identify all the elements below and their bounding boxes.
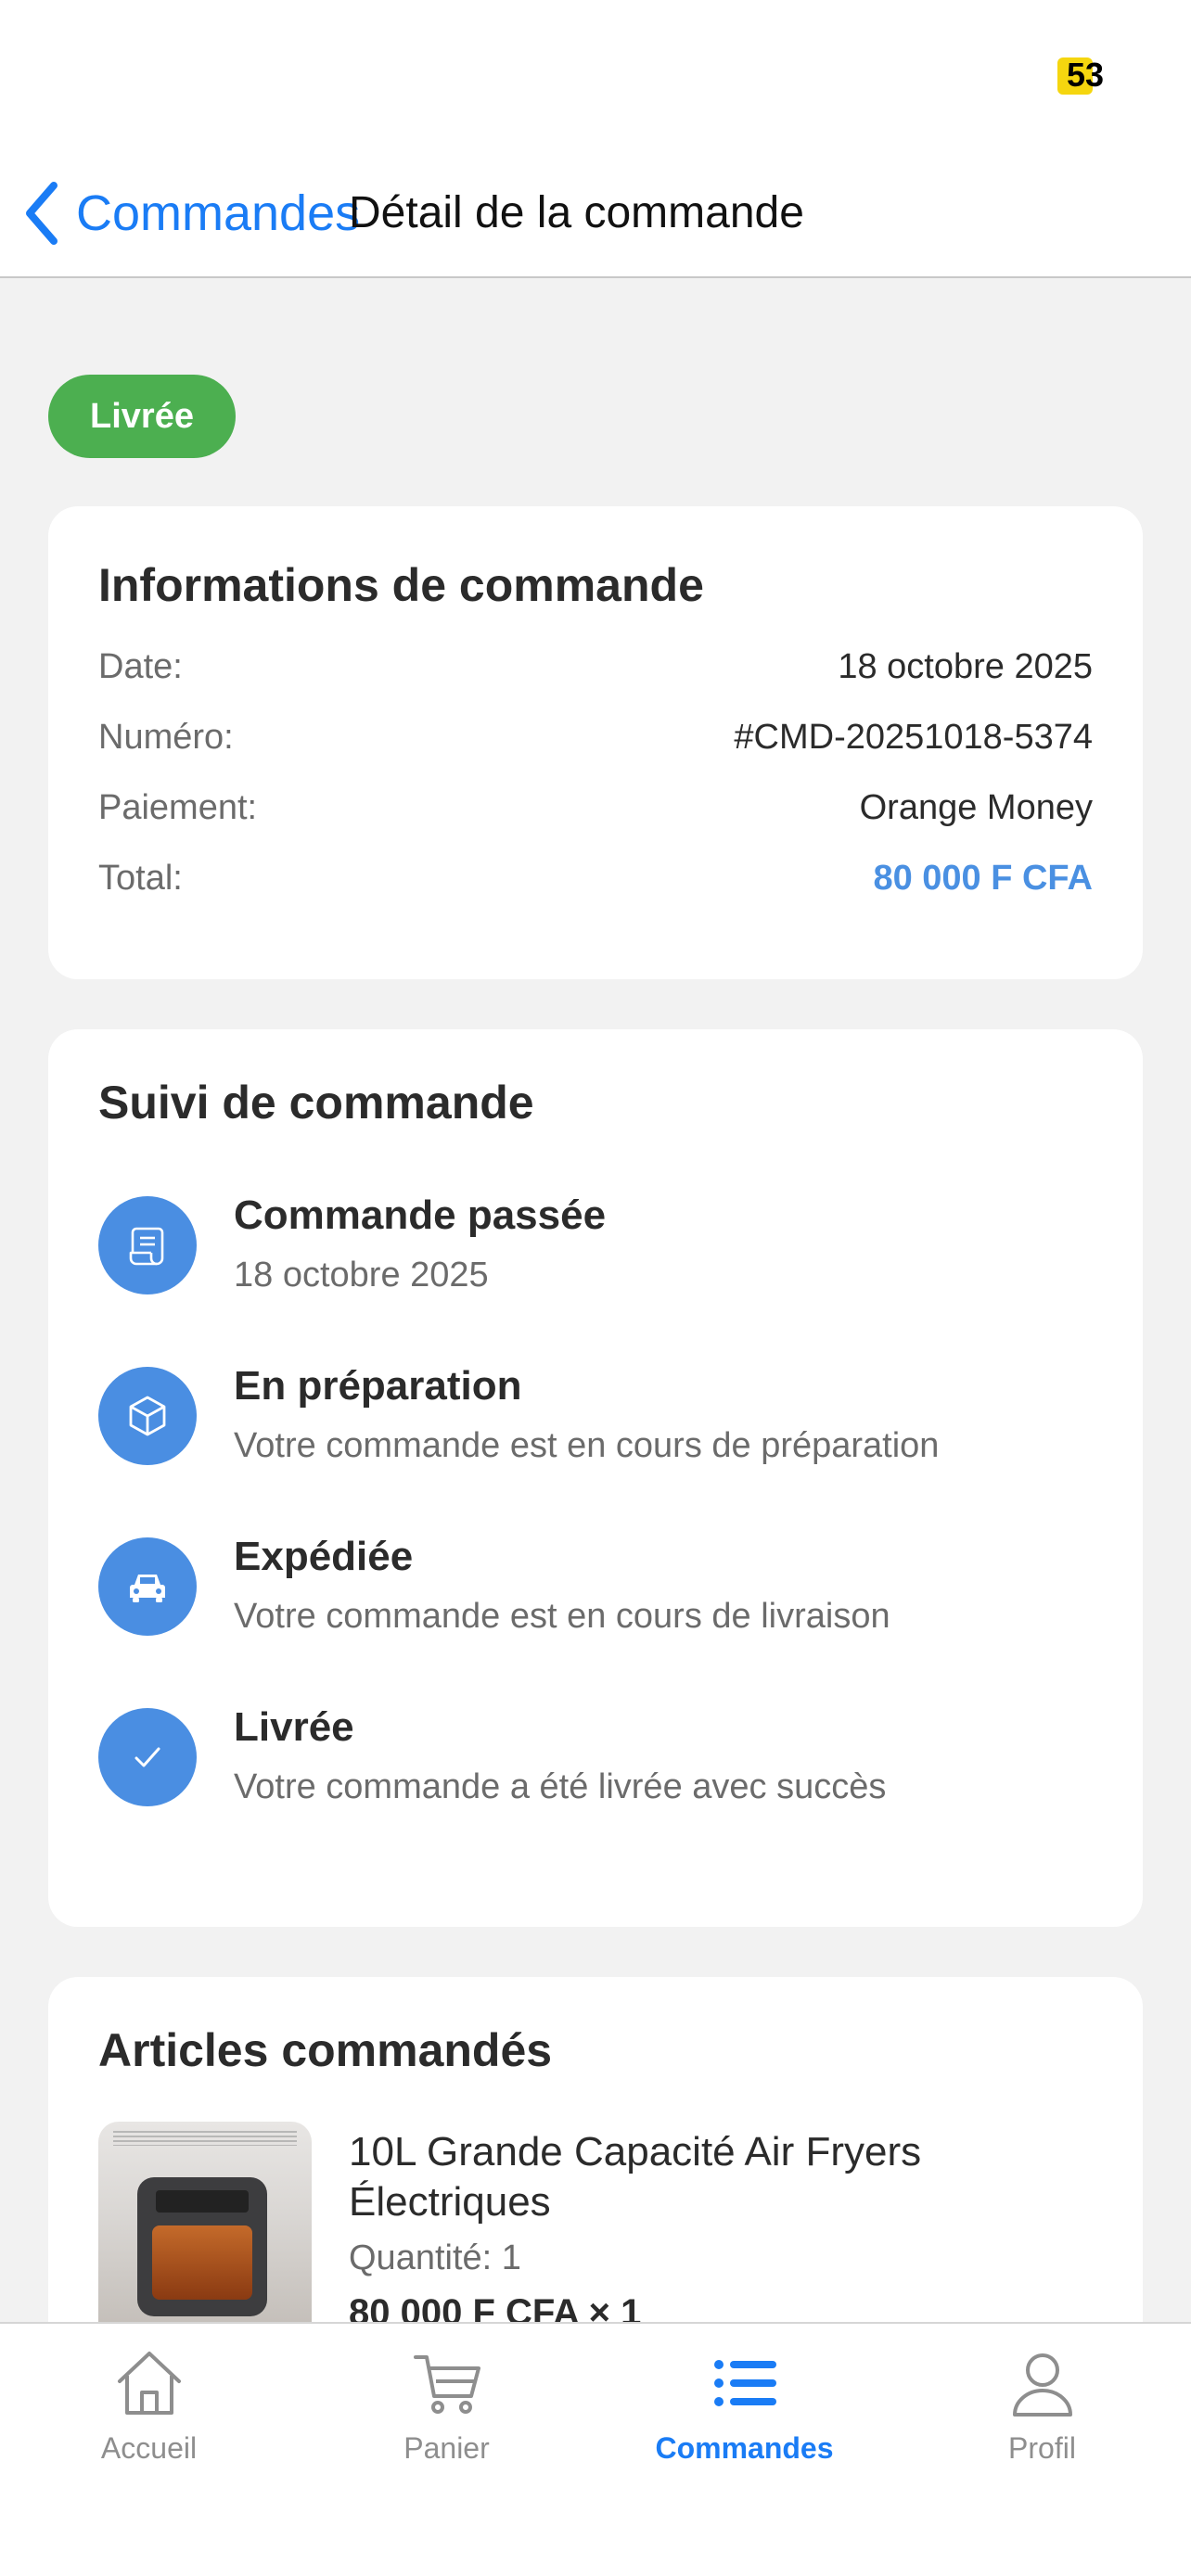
- tab-accueil[interactable]: Accueil: [0, 2344, 298, 2483]
- info-label: Paiement:: [98, 788, 258, 827]
- tracking-step: Expédiée Votre commande est en cours de …: [98, 1534, 1119, 1667]
- tracking-step-subtitle: 18 octobre 2025: [234, 1256, 489, 1294]
- receipt-icon: [98, 1196, 197, 1294]
- cart-icon: [413, 2355, 480, 2414]
- chevron-left-icon: [26, 182, 58, 245]
- info-value: Orange Money: [859, 788, 1093, 827]
- checkmark-icon: [98, 1708, 197, 1806]
- tracking-step: Commande passée 18 octobre 2025: [98, 1192, 1119, 1326]
- order-total-value: 80 000 F CFA: [873, 859, 1093, 898]
- product-name[interactable]: 10L Grande Capacité Air Fryers Électriqu…: [349, 2127, 1091, 2227]
- tab-label: Accueil: [100, 2431, 198, 2465]
- info-label: Numéro:: [98, 718, 234, 757]
- tab-label: Profil: [1008, 2431, 1076, 2465]
- status-badge-text: 53: [1067, 56, 1105, 94]
- navigation-bar: Commandes Détail de la commande: [0, 148, 1191, 278]
- info-label: Date:: [98, 647, 183, 686]
- back-button[interactable]: Commandes: [22, 176, 360, 250]
- info-row-number: Numéro: #CMD-20251018-5374: [98, 714, 1093, 760]
- info-row-date: Date: 18 octobre 2025: [98, 644, 1093, 690]
- ordered-items-title: Articles commandés: [98, 2024, 553, 2076]
- order-status-badge: Livrée: [48, 375, 236, 458]
- tab-commandes[interactable]: Commandes: [596, 2344, 893, 2483]
- info-row-total: Total: 80 000 F CFA: [98, 855, 1093, 901]
- tracking-step-subtitle: Votre commande est en cours de préparati…: [234, 1426, 940, 1465]
- order-tracking-card: Suivi de commande Commande passée 18 oct…: [48, 1029, 1143, 1927]
- home-icon: [117, 2352, 181, 2415]
- tab-bar: Accueil Panier Commandes Profil: [0, 2322, 1191, 2576]
- person-icon: [1012, 2353, 1072, 2417]
- back-button-label: Commandes: [76, 185, 361, 241]
- tracking-step: Livrée Votre commande a été livrée avec …: [98, 1704, 1119, 1838]
- status-badge: 53: [1057, 54, 1113, 96]
- info-value: 18 octobre 2025: [838, 647, 1093, 686]
- tracking-step: En préparation Votre commande est en cou…: [98, 1363, 1119, 1497]
- order-info-title: Informations de commande: [98, 559, 704, 611]
- product-quantity: Quantité: 1: [349, 2238, 521, 2277]
- tab-profil[interactable]: Profil: [893, 2344, 1191, 2483]
- tab-label: Panier: [403, 2431, 490, 2465]
- info-row-payment: Paiement: Orange Money: [98, 784, 1093, 831]
- page-title: Détail de la commande: [349, 188, 804, 237]
- order-tracking-title: Suivi de commande: [98, 1077, 534, 1129]
- tracking-step-title: Livrée: [234, 1704, 354, 1750]
- list-icon: [713, 2360, 776, 2406]
- order-info-card: Informations de commande Date: 18 octobr…: [48, 506, 1143, 979]
- tracking-step-title: Commande passée: [234, 1192, 607, 1238]
- info-label: Total:: [98, 859, 183, 898]
- tracking-step-subtitle: Votre commande est en cours de livraison: [234, 1597, 890, 1636]
- tracking-step-title: En préparation: [234, 1363, 522, 1409]
- tab-label: Commandes: [655, 2431, 834, 2465]
- car-icon: [98, 1537, 197, 1636]
- info-value: #CMD-20251018-5374: [734, 718, 1093, 757]
- tab-panier[interactable]: Panier: [298, 2344, 596, 2483]
- box-icon: [98, 1367, 197, 1465]
- status-bar: 53: [0, 0, 1191, 148]
- tracking-step-title: Expédiée: [234, 1534, 414, 1579]
- tracking-step-subtitle: Votre commande a été livrée avec succès: [234, 1767, 887, 1806]
